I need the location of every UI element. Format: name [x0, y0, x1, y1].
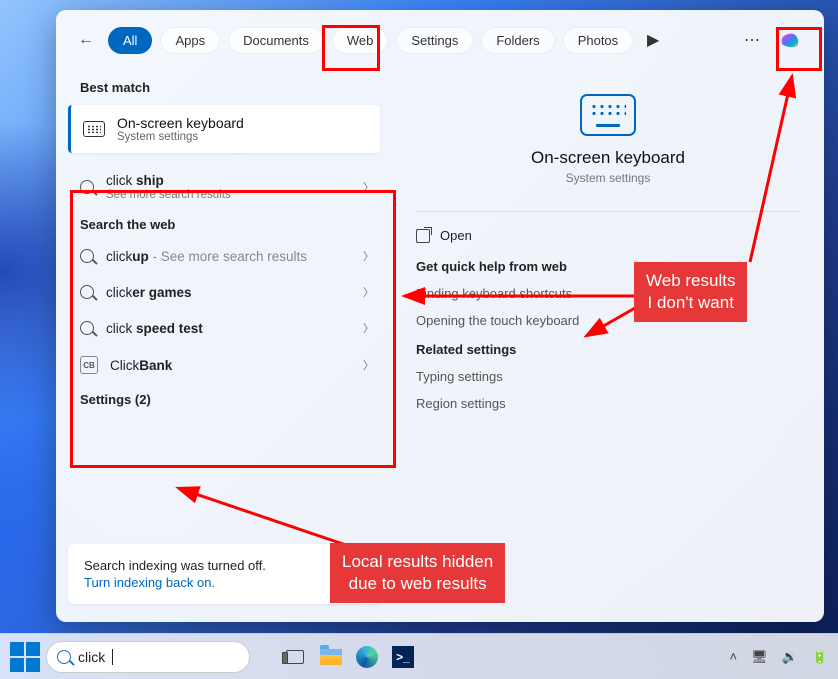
chevron-right-icon: 〉 [363, 284, 374, 300]
keyboard-large-icon [580, 94, 636, 136]
search-icon [80, 285, 94, 299]
battery-icon[interactable]: 🔋 [812, 649, 828, 665]
tab-apps[interactable]: Apps [160, 27, 220, 54]
tab-all[interactable]: All [108, 27, 152, 54]
annotation-label-local-hidden: Local results hidden due to web results [330, 543, 505, 603]
chevron-right-icon: 〉 [363, 179, 374, 195]
suggestion-click-ship[interactable]: click ship See more search results 〉 [56, 163, 392, 211]
tray-chevron-icon[interactable]: ˄ [730, 649, 738, 664]
powershell-button[interactable]: >_ [388, 642, 418, 672]
related-typing[interactable]: Typing settings [416, 363, 800, 390]
folder-icon [320, 649, 342, 665]
taskbar: click >_ ˄ 🖥 🔉 🔋 [0, 633, 838, 679]
options-ellipsis-icon[interactable]: ⋯ [740, 28, 764, 52]
suggestion-sub: See more search results [106, 189, 351, 201]
web-result-clickbank[interactable]: CB ClickBank 〉 [56, 346, 392, 384]
divider [416, 211, 800, 212]
network-icon[interactable]: 🖥 [751, 649, 768, 665]
search-web-label: Search the web [56, 211, 392, 238]
turn-indexing-on-link[interactable]: Turn indexing back on. [84, 575, 364, 590]
best-match-result[interactable]: On-screen keyboard System settings [68, 105, 380, 153]
filter-tabs-row: ← All Apps Documents Web Settings Folder… [56, 10, 824, 66]
taskbar-search-text: click [78, 649, 105, 665]
web-result-speed-test[interactable]: click speed test 〉 [56, 310, 392, 346]
tab-documents[interactable]: Documents [228, 27, 324, 54]
more-tabs-play-icon[interactable]: ▶ [641, 28, 665, 52]
suggestion-text: click ship [106, 173, 164, 188]
task-view-button[interactable] [280, 642, 310, 672]
tab-web[interactable]: Web [332, 27, 389, 54]
tab-settings[interactable]: Settings [396, 27, 473, 54]
content-area: Best match On-screen keyboard System set… [56, 66, 824, 622]
powershell-icon: >_ [392, 646, 414, 668]
volume-icon[interactable]: 🔉 [782, 649, 798, 665]
file-explorer-button[interactable] [316, 642, 346, 672]
keyboard-icon [83, 121, 105, 137]
copilot-icon[interactable] [772, 22, 808, 58]
task-view-icon [286, 650, 304, 664]
results-column: Best match On-screen keyboard System set… [56, 66, 392, 622]
system-tray[interactable]: ˄ 🖥 🔉 🔋 [730, 649, 828, 665]
tab-folders[interactable]: Folders [481, 27, 554, 54]
search-icon [80, 321, 94, 335]
edge-icon [356, 646, 378, 668]
related-region[interactable]: Region settings [416, 390, 800, 417]
chevron-right-icon: 〉 [363, 357, 374, 373]
edge-button[interactable] [352, 642, 382, 672]
annotation-label-web-results: Web results I don't want [634, 262, 747, 322]
taskbar-search-box[interactable]: click [46, 641, 250, 673]
clickbank-icon: CB [80, 356, 98, 374]
open-action[interactable]: Open [416, 220, 800, 251]
related-settings-header: Related settings [416, 342, 800, 357]
settings-results-header[interactable]: Settings (2) [56, 384, 392, 415]
indexing-message: Search indexing was turned off. [84, 558, 364, 573]
tab-photos[interactable]: Photos [563, 27, 633, 54]
preview-pane: On-screen keyboard System settings Open … [392, 66, 824, 622]
best-match-label: Best match [56, 74, 392, 101]
search-icon [80, 249, 94, 263]
start-button[interactable] [10, 642, 40, 672]
back-button[interactable]: ← [72, 26, 100, 54]
preview-subtitle: System settings [416, 171, 800, 185]
search-icon [80, 180, 94, 194]
text-caret [112, 649, 113, 665]
preview-title: On-screen keyboard [416, 148, 800, 168]
open-icon [416, 229, 430, 243]
best-match-title: On-screen keyboard [117, 115, 244, 131]
chevron-right-icon: 〉 [363, 248, 374, 264]
search-icon [57, 650, 71, 664]
best-match-subtitle: System settings [117, 131, 244, 143]
web-result-clicker-games[interactable]: clicker games 〉 [56, 274, 392, 310]
chevron-right-icon: 〉 [363, 320, 374, 336]
web-result-clickup[interactable]: clickup - See more search results 〉 [56, 238, 392, 274]
